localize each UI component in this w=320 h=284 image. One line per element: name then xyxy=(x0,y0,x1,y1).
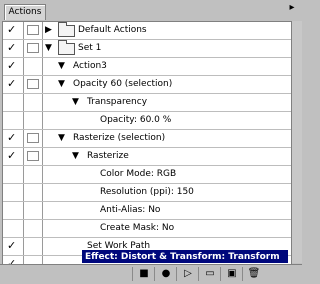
actions-toolbar: ■ ● ▷ ▭ ▣ 🗑 xyxy=(0,264,302,284)
actions-list: ✓ ▶ Default Actions ✓ ▼ Set 1 ✓ ▼ Action… xyxy=(2,21,292,265)
dialog-toggle-cell[interactable] xyxy=(24,130,43,147)
check-icon: ✓ xyxy=(7,23,17,36)
action-label: Create Mask: No xyxy=(100,223,175,233)
dialog-toggle-cell[interactable] xyxy=(24,58,43,75)
triangle-icon[interactable]: ▼ xyxy=(58,132,65,144)
check-icon: ✓ xyxy=(7,59,17,72)
check-icon: ✓ xyxy=(7,131,17,144)
dialog-toggle-cell[interactable] xyxy=(24,22,43,39)
trash-icon[interactable]: 🗑 xyxy=(242,267,265,281)
toggle-check-cell[interactable] xyxy=(3,112,24,129)
dialog-toggle-cell[interactable] xyxy=(24,220,43,237)
action-label: Rasterize xyxy=(87,151,129,161)
dialog-box-icon xyxy=(27,43,39,53)
toggle-check-cell[interactable] xyxy=(3,184,24,201)
action-label: Effect: Distort & Transform: Transform xyxy=(85,252,280,262)
triangle-icon[interactable]: ▼ xyxy=(58,60,65,72)
action-label: Opacity 60 (selection) xyxy=(73,79,173,89)
action-row[interactable]: ▼ Transparency xyxy=(3,94,291,112)
dialog-toggle-cell[interactable] xyxy=(24,166,43,183)
action-row[interactable]: Resolution (ppi): 150 xyxy=(3,184,291,202)
toggle-check-cell[interactable] xyxy=(3,220,24,237)
new-set-icon[interactable]: ▭ xyxy=(198,267,221,281)
stop-icon[interactable]: ■ xyxy=(132,267,155,281)
actions-panel: Actions ▸ ✓ ▶ Default Actions ✓ ▼ Set 1 … xyxy=(0,0,302,284)
toggle-check-cell[interactable] xyxy=(3,94,24,111)
record-icon[interactable]: ● xyxy=(154,267,177,281)
dialog-toggle-cell[interactable] xyxy=(24,184,43,201)
action-label: Color Mode: RGB xyxy=(100,169,177,179)
triangle-icon[interactable]: ▼ xyxy=(72,150,79,162)
action-row[interactable]: ✓ ▶ Default Actions xyxy=(3,22,291,40)
vertical-scrollbar[interactable] xyxy=(291,21,302,263)
action-label: Action3 xyxy=(73,61,107,71)
action-row[interactable]: ✓ ▼ Opacity 60 (selection) xyxy=(3,76,291,94)
triangle-icon[interactable]: ▼ xyxy=(45,42,52,54)
triangle-icon[interactable]: ▼ xyxy=(72,96,79,108)
toggle-check-cell[interactable]: ✓ xyxy=(3,76,24,93)
tab-actions[interactable]: Actions xyxy=(4,4,46,20)
dialog-toggle-cell[interactable] xyxy=(24,148,43,165)
dialog-box-icon xyxy=(27,133,39,143)
selected-action-row[interactable]: Effect: Distort & Transform: Transform xyxy=(82,250,288,263)
dialog-toggle-cell[interactable] xyxy=(24,112,43,129)
action-row[interactable]: Opacity: 60.0 % xyxy=(3,112,291,130)
dialog-box-icon xyxy=(27,25,39,35)
action-label: Resolution (ppi): 150 xyxy=(100,187,194,197)
play-icon[interactable]: ▷ xyxy=(176,267,199,281)
check-icon: ✓ xyxy=(7,239,17,252)
panel-menu-icon[interactable]: ▸ xyxy=(286,2,298,14)
dialog-toggle-cell[interactable] xyxy=(24,76,43,93)
toggle-check-cell[interactable]: ✓ xyxy=(3,148,24,165)
action-label: Opacity: 60.0 % xyxy=(100,115,172,125)
toggle-check-cell[interactable] xyxy=(3,166,24,183)
check-icon: ✓ xyxy=(7,149,17,162)
dialog-box-icon xyxy=(27,79,39,89)
dialog-toggle-cell[interactable] xyxy=(24,202,43,219)
action-label: Transparency xyxy=(87,97,148,107)
action-label: Anti-Alias: No xyxy=(100,205,161,215)
dialog-toggle-cell[interactable] xyxy=(24,94,43,111)
action-row[interactable]: ✓ ▼ Rasterize xyxy=(3,148,291,166)
toggle-check-cell[interactable]: ✓ xyxy=(3,40,24,57)
action-row[interactable]: ✓ ▼ Rasterize (selection) xyxy=(3,130,291,148)
toggle-check-cell[interactable]: ✓ xyxy=(3,130,24,147)
folder-icon xyxy=(58,22,75,37)
dialog-box-icon xyxy=(27,151,39,161)
action-row[interactable]: Anti-Alias: No xyxy=(3,202,291,220)
action-row[interactable]: Create Mask: No xyxy=(3,220,291,238)
toggle-check-cell[interactable] xyxy=(3,202,24,219)
toggle-check-cell[interactable]: ✓ xyxy=(3,58,24,75)
check-icon: ✓ xyxy=(7,41,17,54)
panel-tab-bar: Actions ▸ xyxy=(0,0,302,20)
toggle-check-cell[interactable]: ✓ xyxy=(3,238,24,255)
dialog-toggle-cell[interactable] xyxy=(24,40,43,57)
action-row[interactable]: ✓ ▼ Set 1 xyxy=(3,40,291,58)
action-row[interactable]: Color Mode: RGB xyxy=(3,166,291,184)
folder-icon xyxy=(58,40,75,55)
action-row[interactable]: ✓ ▼ Action3 xyxy=(3,58,291,76)
dialog-toggle-cell[interactable] xyxy=(24,238,43,255)
action-label: Default Actions xyxy=(78,25,147,35)
toggle-check-cell[interactable]: ✓ xyxy=(3,22,24,39)
action-label: Rasterize (selection) xyxy=(73,133,166,143)
triangle-icon[interactable]: ▶ xyxy=(45,24,52,36)
check-icon: ✓ xyxy=(7,77,17,90)
action-label: Set 1 xyxy=(78,43,102,53)
new-action-icon[interactable]: ▣ xyxy=(220,267,243,281)
triangle-icon[interactable]: ▼ xyxy=(58,78,65,90)
